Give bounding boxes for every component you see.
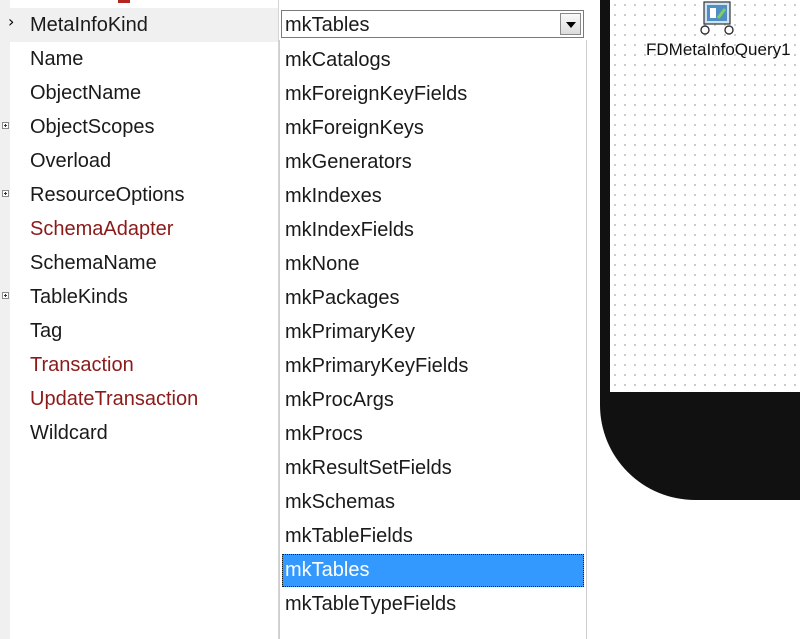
property-row-tablekinds[interactable]: TableKinds <box>2 280 278 314</box>
expand-plus-icon[interactable] <box>2 122 9 129</box>
object-inspector: › MetaInfoKind Name ObjectName ObjectScopes O… <box>0 0 598 639</box>
property-name: ResourceOptions <box>30 184 185 206</box>
dropdown-option[interactable]: mkSchemas <box>282 486 584 519</box>
property-name: ObjectScopes <box>30 116 155 138</box>
dropdown-option[interactable]: mkTables <box>282 554 584 587</box>
property-row-objectname[interactable]: ObjectName <box>10 76 278 110</box>
selected-row-marker-icon: › <box>8 12 15 31</box>
form-designer: FDMetaInfoQuery1 <box>598 0 800 639</box>
dropdown-arrow-button[interactable] <box>560 13 581 35</box>
property-name: TableKinds <box>30 286 128 308</box>
dropdown-option[interactable]: mkTableTypeFields <box>282 588 584 621</box>
dropdown-option[interactable]: mkCatalogs <box>282 44 584 77</box>
property-row-tag[interactable]: Tag <box>10 314 278 348</box>
dropdown-option[interactable]: mkResultSetFields <box>282 452 584 485</box>
metainfokind-dropdown-list[interactable]: mkCatalogs mkForeignKeyFields mkForeignKey… <box>279 40 587 639</box>
dropdown-option[interactable]: mkGenerators <box>282 146 584 179</box>
dropdown-option[interactable]: mkPrimaryKey <box>282 316 584 349</box>
top-red-mark <box>118 0 130 3</box>
property-row-schemaadapter[interactable]: SchemaAdapter <box>10 212 278 246</box>
device-frame: FDMetaInfoQuery1 <box>600 0 800 500</box>
dropdown-option[interactable]: mkForeignKeyFields <box>282 78 584 111</box>
dropdown-option[interactable]: mkForeignKeys <box>282 112 584 145</box>
dropdown-option[interactable]: mkIndexes <box>282 180 584 213</box>
property-name: Name <box>30 48 84 70</box>
dropdown-option[interactable]: mkTableFields <box>282 520 584 553</box>
property-row-schemaname[interactable]: SchemaName <box>10 246 278 280</box>
expand-plus-icon[interactable] <box>2 292 9 299</box>
dropdown-option[interactable]: mkPackages <box>282 282 584 315</box>
metainfokind-value-text: mkTables <box>285 14 370 36</box>
property-row-resourceoptions[interactable]: ResourceOptions <box>2 178 278 212</box>
fdmetainfoquery-component[interactable]: FDMetaInfoQuery1 <box>646 0 800 80</box>
property-row-metainfokind[interactable]: › MetaInfoKind <box>8 8 278 42</box>
dropdown-option[interactable]: mkProcArgs <box>282 384 584 417</box>
property-row-overload[interactable]: Overload <box>10 144 278 178</box>
property-row-name[interactable]: Name <box>10 42 278 76</box>
property-name: Wildcard <box>30 422 108 444</box>
property-name: UpdateTransaction <box>30 388 199 410</box>
form-canvas[interactable]: FDMetaInfoQuery1 <box>610 0 800 392</box>
component-label: FDMetaInfoQuery1 <box>646 40 791 59</box>
property-name: ObjectName <box>30 82 142 104</box>
dropdown-option[interactable]: mkIndexFields <box>282 214 584 247</box>
expand-plus-icon[interactable] <box>2 190 9 197</box>
property-row-wildcard[interactable]: Wildcard <box>10 416 278 450</box>
property-row-updatetransaction[interactable]: UpdateTransaction <box>10 382 278 416</box>
metainfo-query-icon <box>700 1 734 35</box>
property-name: SchemaName <box>30 252 157 274</box>
dropdown-option[interactable]: mkPrimaryKeyFields <box>282 350 584 383</box>
property-name: MetaInfoKind <box>30 14 148 36</box>
dropdown-option[interactable]: mkProcs <box>282 418 584 451</box>
property-name: Transaction <box>30 354 134 376</box>
dropdown-option[interactable]: mkNone <box>282 248 584 281</box>
property-row-objectscopes[interactable]: ObjectScopes <box>2 110 278 144</box>
property-name: SchemaAdapter <box>30 218 174 240</box>
metainfokind-value-combobox[interactable]: mkTables <box>281 10 584 38</box>
property-name: Overload <box>30 150 112 172</box>
property-row-transaction[interactable]: Transaction <box>10 348 278 382</box>
property-name: Tag <box>30 320 63 342</box>
inspector-gutter <box>0 0 10 639</box>
